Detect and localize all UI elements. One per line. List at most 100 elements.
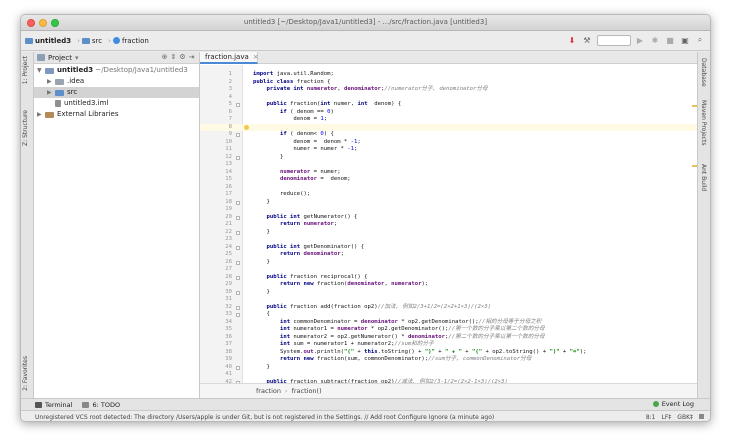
code-line[interactable]: 8 [200, 123, 699, 131]
code-line[interactable]: 38 System.out.println("(" + this.toStrin… [200, 349, 699, 357]
locate-icon[interactable]: ⊕ [160, 53, 169, 61]
fold-marker-icon[interactable] [236, 133, 240, 137]
code-line[interactable]: 6 if ( denom == 0) [200, 109, 699, 117]
chevron-right-icon[interactable]: ▶ [47, 76, 52, 87]
code-line[interactable]: 14 numerator = numer; [200, 169, 699, 177]
project-structure-icon[interactable]: ▣ [679, 34, 691, 46]
tree-item-idea[interactable]: ▶ .idea [34, 76, 199, 87]
tree-item-untitled3[interactable]: ▼ untitled3 ~/Desktop/Java1/untitled3 [34, 65, 199, 76]
nav-crumb-class[interactable]: fraction [112, 37, 149, 45]
code-line[interactable]: 33 { [200, 311, 699, 319]
code-line[interactable]: 15 denominator = denom; [200, 176, 699, 184]
code-editor[interactable]: 1 import java.util.Random; 2 public class f… [200, 65, 699, 383]
tab-fraction-java[interactable]: fraction.java × [200, 52, 259, 64]
tree-item-src[interactable]: ▶ src [34, 87, 199, 98]
chevron-right-icon[interactable]: ▶ [47, 87, 52, 98]
fold-marker-icon[interactable] [236, 305, 240, 310]
breadcrumb-method[interactable]: fraction() [292, 387, 322, 395]
tab-maven-projects[interactable]: Maven Projects [700, 100, 707, 145]
code-line[interactable]: 13 [200, 161, 699, 169]
code-line[interactable]: 23 [200, 236, 699, 244]
download-icon[interactable]: ⬇ [566, 34, 578, 46]
gear-icon[interactable]: ⚙ [178, 53, 187, 61]
code-line[interactable]: 30 } [200, 289, 699, 297]
tree-item-external-libraries[interactable]: ▶ External Libraries [34, 109, 199, 120]
code-line[interactable]: 2 public class fraction { [200, 79, 699, 87]
fold-marker-icon[interactable] [236, 260, 240, 265]
fold-marker-icon[interactable] [236, 155, 240, 160]
breadcrumb-class[interactable]: fraction [256, 387, 281, 395]
fold-marker-icon[interactable] [236, 275, 240, 280]
code-line[interactable]: 19 [200, 206, 699, 214]
debug-icon[interactable]: ✱ [649, 34, 661, 46]
code-line[interactable]: 20 public int getNumerator() { [200, 214, 699, 222]
close-icon[interactable]: × [253, 53, 259, 61]
hide-icon[interactable]: ⇥ [187, 53, 196, 61]
fold-marker-icon[interactable] [236, 230, 240, 235]
code-line[interactable]: 26 } [200, 259, 699, 267]
code-line[interactable]: 24 public int getDenominator() { [200, 244, 699, 252]
code-line[interactable]: 7 denom = 1; [200, 116, 699, 124]
project-panel-title[interactable]: Project [48, 54, 72, 62]
caret-position[interactable]: 8:1 [646, 414, 656, 421]
nav-crumb-src[interactable]: src [81, 37, 102, 45]
chevron-down-icon[interactable]: ▼ [37, 65, 42, 76]
tab-ant-build[interactable]: Ant Build [700, 164, 707, 191]
code-line[interactable]: 12 } [200, 154, 699, 162]
code-line[interactable]: 4 [200, 94, 699, 102]
lock-icon[interactable] [699, 414, 704, 419]
code-line[interactable]: 29 return new fraction(denominator, nume… [200, 281, 699, 289]
fold-marker-icon[interactable] [236, 365, 240, 370]
code-line[interactable]: 36 int numerator2 = op2.getNumerator() *… [200, 334, 699, 342]
code-line[interactable]: 16 [200, 184, 699, 192]
code-line[interactable]: 18 } [200, 199, 699, 207]
build-icon[interactable]: ⚒ [581, 34, 593, 46]
code-line[interactable]: 39 return new fraction(sum, commonDenomi… [200, 356, 699, 364]
code-line[interactable]: 9 if ( denom< 0) { [200, 131, 699, 139]
code-line[interactable]: 17 reduce(); [200, 191, 699, 199]
code-line[interactable]: 31 [200, 296, 699, 304]
code-line[interactable]: 1 import java.util.Random; [200, 71, 699, 79]
code-line[interactable]: 3 private int numerator, denominator;//n… [200, 86, 699, 94]
stop-icon[interactable]: ■ [664, 34, 676, 46]
code-line[interactable]: 34 int commonDenominator = denominator *… [200, 319, 699, 327]
fold-marker-icon[interactable] [236, 200, 240, 205]
code-line[interactable]: 21 return numerator; [200, 221, 699, 229]
search-icon[interactable]: ⌕ [694, 34, 706, 46]
code-line[interactable]: 22 } [200, 229, 699, 237]
collapse-all-icon[interactable]: ⇕ [169, 53, 178, 61]
nav-crumb-project[interactable]: untitled3 [25, 37, 71, 45]
code-line[interactable]: 28 public fraction reciprocal() { [200, 274, 699, 282]
code-line[interactable]: 37 int sum = numerator1 + numerator2;//s… [200, 341, 699, 349]
tab-structure[interactable]: Z: Structure [22, 110, 29, 146]
event-log-button[interactable]: Event Log [652, 400, 694, 408]
line-separator[interactable]: LF‡ [662, 414, 672, 421]
chevron-right-icon[interactable]: ▶ [37, 109, 42, 120]
code-line[interactable]: 35 int numerator1 = numerator * op2.getD… [200, 326, 699, 334]
code-line[interactable]: 27 [200, 266, 699, 274]
code-line[interactable]: 5 public fraction(int numer, int denom) … [200, 101, 699, 109]
fold-marker-icon[interactable] [236, 103, 240, 107]
fold-marker-icon[interactable] [236, 313, 240, 317]
code-line[interactable]: 10 denom = denom * -1; [200, 139, 699, 147]
terminal-button[interactable]: Terminal [35, 401, 72, 409]
code-line[interactable]: 41 [200, 371, 699, 379]
code-line[interactable]: 25 return denominator; [200, 251, 699, 259]
code-line[interactable]: 32 public fraction add(fraction op2)//加法… [200, 304, 699, 312]
tab-favorites[interactable]: 2: Favorites [22, 356, 29, 391]
fold-marker-icon[interactable] [236, 290, 240, 295]
fold-marker-icon[interactable] [236, 245, 240, 250]
code-line[interactable]: 40 } [200, 364, 699, 372]
fold-marker-icon[interactable] [236, 215, 240, 220]
code-line[interactable]: 11 numer = numer * -1; [200, 146, 699, 154]
run-icon[interactable]: ▶ [634, 34, 646, 46]
chevron-down-icon[interactable]: ▾ [75, 54, 79, 62]
tab-project[interactable]: 1: Project [22, 56, 29, 84]
lightbulb-icon[interactable] [244, 124, 249, 130]
todo-button[interactable]: 6: TODO [82, 401, 120, 409]
file-encoding[interactable]: GBK‡ [677, 414, 693, 421]
tree-item-iml[interactable]: untitled3.iml [34, 98, 199, 109]
status-message[interactable]: Unregistered VCS root detected: The dire… [35, 414, 494, 421]
run-configuration-select[interactable] [597, 34, 631, 46]
tab-database[interactable]: Database [700, 58, 707, 87]
